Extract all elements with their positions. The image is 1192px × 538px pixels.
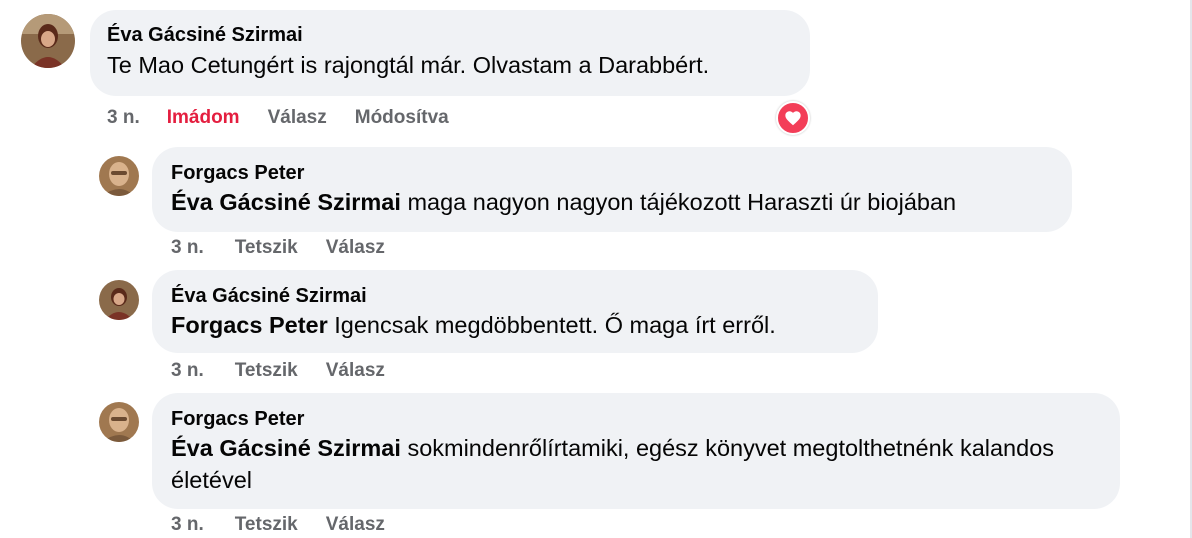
like-button[interactable]: Tetszik	[235, 514, 298, 536]
avatar[interactable]	[21, 14, 75, 68]
comment-timestamp[interactable]: 3 n.	[171, 237, 204, 259]
comment-body: Igencsak megdöbbentett. Ő maga írt erről…	[334, 312, 776, 338]
reply-button[interactable]: Válasz	[326, 514, 385, 536]
comment-text: Éva Gácsiné Szirmai sokmindenrőlírtamiki…	[171, 432, 1100, 496]
mention-link[interactable]: Forgacs Peter	[171, 312, 328, 338]
comment-timestamp[interactable]: 3 n.	[171, 514, 204, 536]
comment-actions: 3 n. Tetszik Válasz	[171, 236, 385, 260]
comment-actions: 3 n. Tetszik Válasz	[171, 359, 385, 383]
comment-text: Éva Gácsiné Szirmai maga nagyon nagyon t…	[171, 186, 1072, 218]
profile-photo	[99, 402, 139, 442]
comment-bubble: Forgacs Peter Éva Gácsiné Szirmai sokmin…	[152, 393, 1120, 509]
reply-button[interactable]: Válasz	[268, 107, 327, 129]
comment-bubble: Forgacs Peter Éva Gácsiné Szirmai maga n…	[152, 147, 1072, 232]
comment-text: Forgacs Peter Igencsak megdöbbentett. Ő …	[171, 309, 878, 341]
comment-author[interactable]: Éva Gácsiné Szirmai	[107, 23, 810, 47]
like-button[interactable]: Tetszik	[235, 237, 298, 259]
profile-photo	[21, 14, 75, 68]
edited-label[interactable]: Módosítva	[355, 107, 449, 129]
comment-text: Te Mao Cetungért is rajongtál már. Olvas…	[107, 52, 710, 78]
profile-photo	[99, 280, 139, 320]
reply-button[interactable]: Válasz	[326, 237, 385, 259]
avatar[interactable]	[99, 402, 139, 442]
comment-actions: 3 n. Imádom Válasz Módosítva	[107, 106, 449, 130]
comment-author[interactable]: Éva Gácsiné Szirmai	[171, 284, 878, 308]
like-button[interactable]: Tetszik	[235, 360, 298, 382]
profile-photo	[99, 156, 139, 196]
comment-body: maga nagyon nagyon tájékozott Haraszti ú…	[407, 189, 957, 215]
comment-timestamp[interactable]: 3 n.	[107, 107, 140, 129]
avatar[interactable]	[99, 280, 139, 320]
comment-actions: 3 n. Tetszik Válasz	[171, 513, 385, 537]
mention-link[interactable]: Éva Gácsiné Szirmai	[171, 435, 401, 461]
comment-bubble: Éva Gácsiné Szirmai Te Mao Cetungért is …	[90, 10, 810, 96]
comment-author[interactable]: Forgacs Peter	[171, 161, 1072, 185]
comment-bubble: Éva Gácsiné Szirmai Forgacs Peter Igencs…	[152, 270, 878, 353]
comment-timestamp[interactable]: 3 n.	[171, 360, 204, 382]
reply-button[interactable]: Válasz	[326, 360, 385, 382]
mention-link[interactable]: Éva Gácsiné Szirmai	[171, 189, 401, 215]
comment-author[interactable]: Forgacs Peter	[171, 407, 1100, 431]
love-reaction-button[interactable]: Imádom	[167, 107, 240, 129]
avatar[interactable]	[99, 156, 139, 196]
heart-icon[interactable]	[776, 101, 810, 135]
